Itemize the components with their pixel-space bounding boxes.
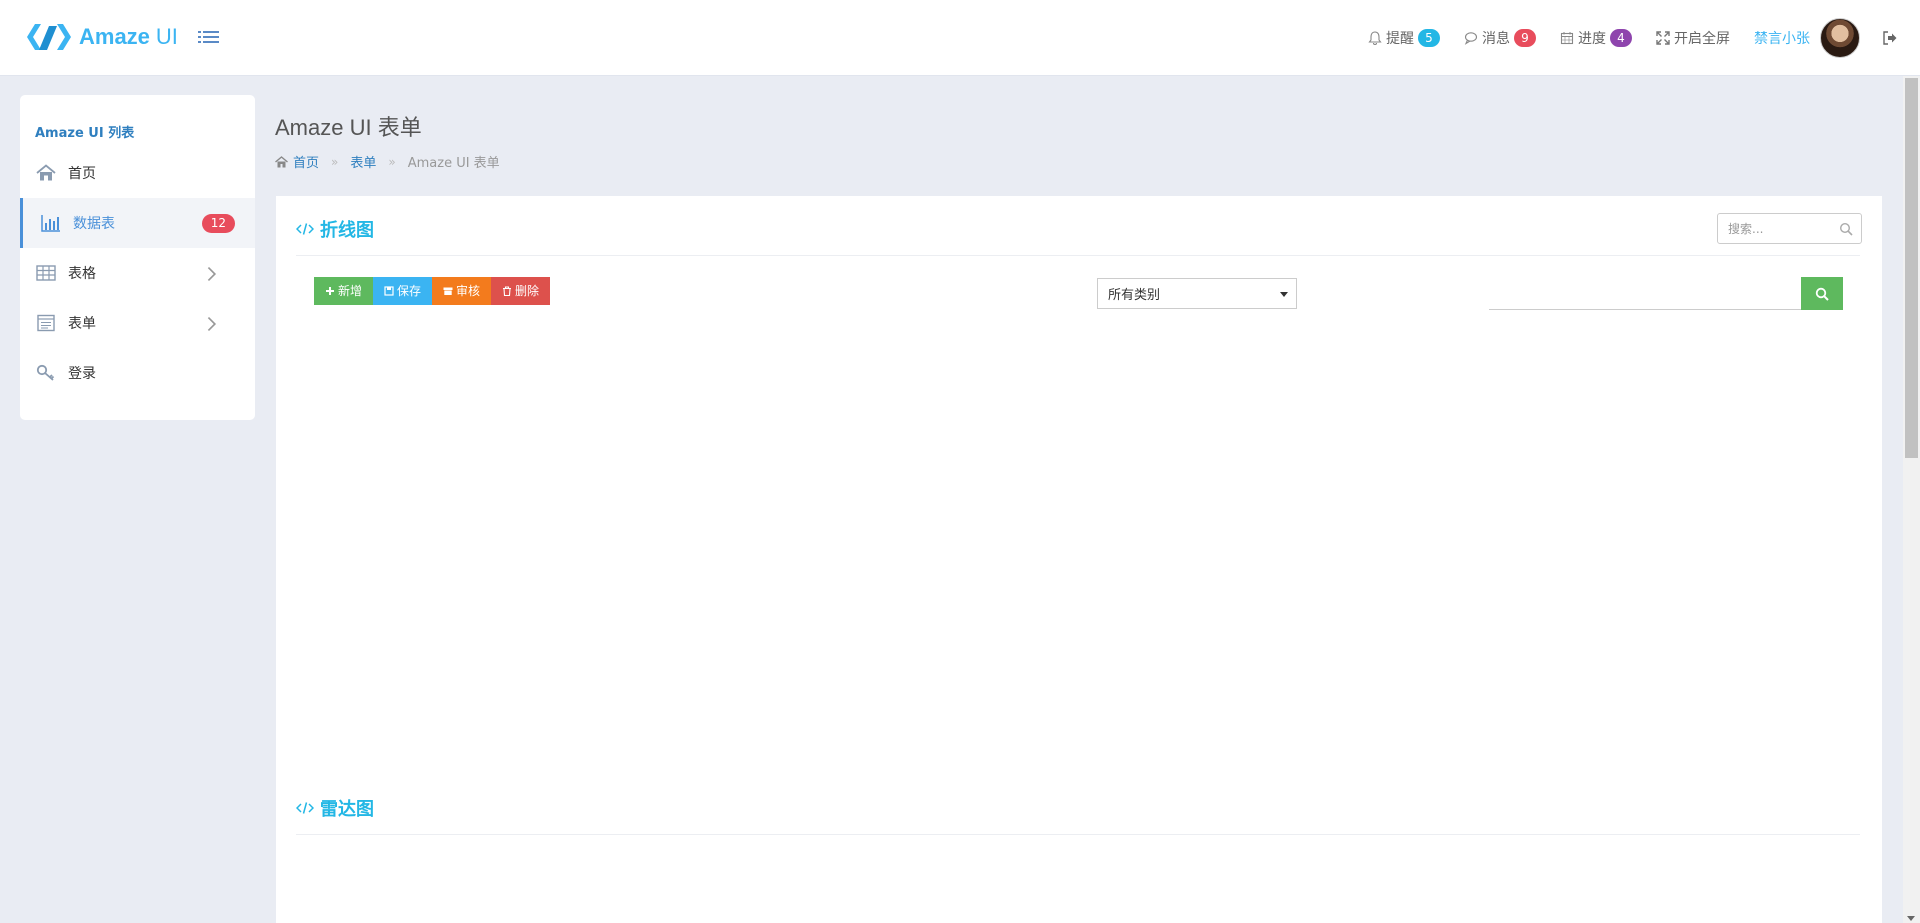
archive-icon (443, 287, 453, 295)
breadcrumb-separator: » (388, 154, 396, 169)
divider (296, 255, 1860, 256)
logout-icon[interactable] (1882, 30, 1898, 46)
reminders-badge: 5 (1418, 29, 1440, 47)
add-button-label: 新增 (338, 284, 363, 298)
delete-button[interactable]: 删除 (491, 277, 551, 305)
save-button-label: 保存 (397, 284, 422, 298)
add-button[interactable]: 新增 (314, 277, 374, 305)
breadcrumb-separator: » (331, 154, 339, 169)
header-nav: 提醒 5 消息 9 进度 4 开启全屏 禁言小张 (1368, 0, 1920, 76)
sidebar-item-datatable[interactable]: 数据表 12 (20, 198, 255, 248)
sidebar-item-login[interactable]: 登录 (20, 348, 255, 398)
logo[interactable]: Amaze UI (27, 22, 178, 52)
form-icon (37, 314, 55, 332)
toolbar-search-button[interactable] (1801, 277, 1843, 310)
review-button-label: 审核 (456, 284, 481, 298)
category-select-value: 所有类别 (1108, 288, 1161, 303)
breadcrumb-form[interactable]: 表单 (350, 152, 376, 171)
section-title-text: 雷达图 (320, 799, 374, 820)
nav-reminders[interactable]: 提醒 5 (1368, 28, 1440, 48)
top-header: Amaze UI 提醒 5 消息 9 进度 4 开启全屏 禁言小张 (0, 0, 1920, 76)
progress-badge: 4 (1610, 29, 1632, 47)
scroll-down-arrow-icon[interactable] (1907, 916, 1915, 921)
user-name: 禁言小张 (1754, 31, 1810, 47)
key-icon (36, 364, 55, 381)
nav-fullscreen[interactable]: 开启全屏 (1656, 28, 1730, 48)
nav-fullscreen-label: 开启全屏 (1674, 31, 1730, 47)
caret-down-icon (1280, 292, 1288, 297)
trash-icon (503, 286, 512, 296)
toolbar-search (1489, 277, 1801, 310)
save-icon (384, 286, 394, 296)
sidebar-item-home[interactable]: 首页 (20, 148, 255, 198)
sidebar: Amaze UI 列表 首页 数据表 12 表格 表单 登录 (20, 95, 255, 420)
sidebar-item-table[interactable]: 表格 (20, 248, 255, 298)
code-icon (296, 223, 314, 235)
bell-icon (1368, 31, 1382, 45)
fullscreen-icon (1656, 31, 1670, 45)
section-title-radar-chart: 雷达图 (296, 795, 374, 821)
delete-button-label: 删除 (515, 284, 540, 298)
breadcrumb: 首页 » 表单 » Amaze UI 表单 (275, 152, 500, 171)
sidebar-item-label: 首页 (68, 166, 96, 182)
section-title-text: 折线图 (320, 220, 374, 241)
avatar (1820, 18, 1860, 58)
nav-progress[interactable]: 进度 4 (1560, 28, 1632, 48)
sidebar-item-label: 数据表 (73, 216, 115, 232)
review-button[interactable]: 审核 (432, 277, 492, 305)
page-scrollbar[interactable] (1903, 76, 1920, 923)
logo-text: Amaze UI (79, 24, 178, 49)
table-icon (36, 265, 56, 281)
nav-messages-label: 消息 (1482, 31, 1510, 47)
scrollbar-thumb[interactable] (1905, 78, 1918, 458)
divider (296, 834, 1860, 835)
code-icon (296, 802, 314, 814)
main-card: 折线图 新增 保存 审核 删除 所有类别 (276, 196, 1882, 923)
page-title: Amaze UI 表单 (275, 115, 422, 140)
messages-badge: 9 (1514, 29, 1536, 47)
sidebar-item-form[interactable]: 表单 (20, 298, 255, 348)
home-icon (275, 155, 288, 167)
calendar-icon (1560, 32, 1574, 45)
nav-progress-label: 进度 (1578, 31, 1606, 47)
menu-toggle-icon[interactable] (198, 28, 220, 48)
breadcrumb-home[interactable]: 首页 (293, 152, 319, 171)
nav-reminders-label: 提醒 (1386, 31, 1414, 47)
search-input[interactable] (1728, 221, 1838, 236)
category-select[interactable]: 所有类别 (1097, 278, 1297, 309)
chevron-right-icon (207, 316, 217, 332)
search-icon (1815, 287, 1829, 301)
search-box (1717, 213, 1862, 244)
sidebar-item-label: 表单 (68, 316, 96, 332)
sidebar-item-label: 表格 (68, 266, 96, 282)
home-icon (36, 164, 56, 181)
section-title-line-chart: 折线图 (296, 216, 374, 242)
amaze-logo-icon (27, 24, 71, 50)
nav-messages[interactable]: 消息 9 (1464, 28, 1536, 48)
user-menu[interactable]: 禁言小张 (1754, 18, 1860, 58)
sidebar-title: Amaze UI 列表 (35, 126, 135, 141)
save-button[interactable]: 保存 (373, 277, 433, 305)
plus-icon (326, 287, 334, 295)
datatable-badge: 12 (201, 214, 235, 233)
sidebar-item-label: 登录 (68, 366, 96, 382)
comment-icon (1464, 32, 1478, 45)
breadcrumb-current: Amaze UI 表单 (407, 156, 500, 171)
line-chart-area (296, 321, 1860, 751)
search-icon[interactable] (1839, 222, 1853, 236)
chevron-right-icon (207, 266, 217, 282)
toolbar-search-input[interactable] (1489, 277, 1789, 309)
bar-chart-icon (41, 215, 60, 232)
toolbar-button-group: 新增 保存 审核 删除 (314, 277, 551, 305)
